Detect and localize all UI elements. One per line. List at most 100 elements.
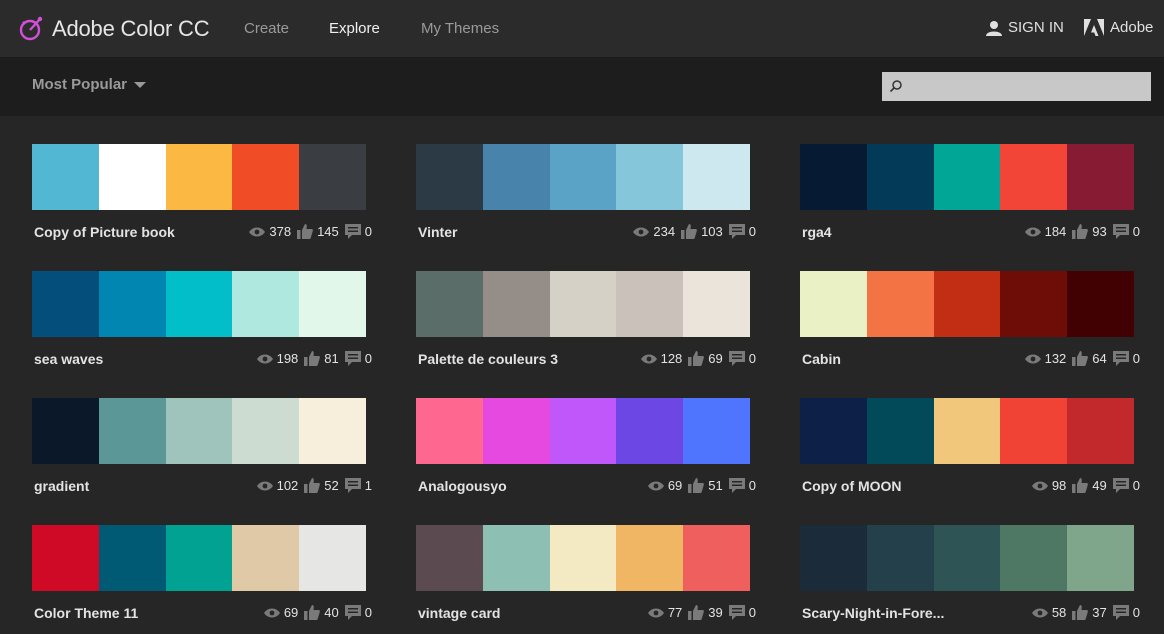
theme-name[interactable]: Scary-Night-in-Fore... bbox=[802, 605, 944, 621]
theme-palette[interactable] bbox=[800, 271, 1134, 337]
theme-palette[interactable] bbox=[416, 525, 750, 591]
nav-create[interactable]: Create bbox=[244, 20, 289, 37]
color-swatch[interactable] bbox=[1067, 144, 1134, 210]
color-swatch[interactable] bbox=[866, 271, 934, 337]
likes-stat[interactable]: 103 bbox=[681, 224, 723, 239]
color-swatch[interactable] bbox=[1067, 271, 1134, 337]
comments-stat[interactable]: 0 bbox=[344, 351, 372, 366]
color-swatch[interactable] bbox=[299, 398, 366, 464]
likes-stat[interactable]: 49 bbox=[1072, 478, 1107, 493]
comments-stat[interactable]: 0 bbox=[728, 351, 756, 366]
color-swatch[interactable] bbox=[232, 144, 300, 210]
color-swatch[interactable] bbox=[549, 525, 617, 591]
color-swatch[interactable] bbox=[933, 398, 1001, 464]
comments-stat[interactable]: 0 bbox=[1112, 605, 1140, 620]
color-swatch[interactable] bbox=[482, 144, 550, 210]
likes-stat[interactable]: 81 bbox=[304, 351, 339, 366]
color-swatch[interactable] bbox=[32, 144, 99, 210]
theme-palette[interactable] bbox=[800, 398, 1134, 464]
color-swatch[interactable] bbox=[416, 525, 483, 591]
color-swatch[interactable] bbox=[933, 525, 1001, 591]
theme-card[interactable]: vintage card 77 39 0 bbox=[416, 525, 756, 634]
color-swatch[interactable] bbox=[800, 144, 867, 210]
theme-name[interactable]: Color Theme 11 bbox=[34, 605, 138, 621]
color-swatch[interactable] bbox=[32, 398, 99, 464]
color-swatch[interactable] bbox=[1067, 525, 1134, 591]
color-swatch[interactable] bbox=[232, 398, 300, 464]
color-swatch[interactable] bbox=[800, 525, 867, 591]
color-swatch[interactable] bbox=[165, 271, 233, 337]
theme-palette[interactable] bbox=[32, 271, 366, 337]
color-swatch[interactable] bbox=[1067, 398, 1134, 464]
nav-my-themes[interactable]: My Themes bbox=[421, 20, 499, 37]
theme-card[interactable]: Copy of Picture book 378 145 0 bbox=[32, 144, 372, 254]
color-swatch[interactable] bbox=[933, 144, 1001, 210]
color-swatch[interactable] bbox=[165, 398, 233, 464]
theme-card[interactable]: Color Theme 11 69 40 0 bbox=[32, 525, 372, 634]
color-swatch[interactable] bbox=[98, 271, 166, 337]
likes-stat[interactable]: 37 bbox=[1072, 605, 1107, 620]
app-logo[interactable]: Adobe Color CC bbox=[18, 14, 210, 44]
likes-stat[interactable]: 52 bbox=[304, 478, 339, 493]
theme-card[interactable]: Cabin 132 64 0 bbox=[800, 271, 1140, 381]
color-swatch[interactable] bbox=[482, 271, 550, 337]
likes-stat[interactable]: 64 bbox=[1072, 351, 1107, 366]
color-swatch[interactable] bbox=[866, 525, 934, 591]
theme-palette[interactable] bbox=[416, 271, 750, 337]
theme-name[interactable]: Copy of Picture book bbox=[34, 224, 175, 240]
comments-stat[interactable]: 0 bbox=[1112, 351, 1140, 366]
theme-name[interactable]: Vinter bbox=[418, 224, 457, 240]
color-swatch[interactable] bbox=[683, 144, 750, 210]
likes-stat[interactable]: 69 bbox=[688, 351, 723, 366]
color-swatch[interactable] bbox=[482, 398, 550, 464]
likes-stat[interactable]: 51 bbox=[688, 478, 723, 493]
theme-card[interactable]: Analogousyo 69 51 0 bbox=[416, 398, 756, 508]
theme-palette[interactable] bbox=[800, 525, 1134, 591]
comments-stat[interactable]: 0 bbox=[1112, 224, 1140, 239]
theme-name[interactable]: Analogousyo bbox=[418, 478, 507, 494]
comments-stat[interactable]: 0 bbox=[728, 605, 756, 620]
color-swatch[interactable] bbox=[98, 525, 166, 591]
color-swatch[interactable] bbox=[549, 144, 617, 210]
theme-palette[interactable] bbox=[416, 144, 750, 210]
color-swatch[interactable] bbox=[683, 398, 750, 464]
color-swatch[interactable] bbox=[482, 525, 550, 591]
theme-name[interactable]: sea waves bbox=[34, 351, 103, 367]
color-swatch[interactable] bbox=[32, 271, 99, 337]
theme-card[interactable]: sea waves 198 81 0 bbox=[32, 271, 372, 381]
theme-palette[interactable] bbox=[800, 144, 1134, 210]
nav-explore[interactable]: Explore bbox=[329, 20, 380, 37]
likes-stat[interactable]: 93 bbox=[1072, 224, 1107, 239]
color-swatch[interactable] bbox=[800, 271, 867, 337]
comments-stat[interactable]: 0 bbox=[1112, 478, 1140, 493]
color-swatch[interactable] bbox=[616, 398, 684, 464]
theme-palette[interactable] bbox=[32, 144, 366, 210]
sort-dropdown[interactable]: Most Popular bbox=[32, 76, 147, 93]
color-swatch[interactable] bbox=[416, 398, 483, 464]
color-swatch[interactable] bbox=[800, 398, 867, 464]
color-swatch[interactable] bbox=[416, 144, 483, 210]
theme-card[interactable]: Copy of MOON 98 49 0 bbox=[800, 398, 1140, 508]
theme-name[interactable]: vintage card bbox=[418, 605, 500, 621]
color-swatch[interactable] bbox=[683, 525, 750, 591]
color-swatch[interactable] bbox=[232, 525, 300, 591]
theme-palette[interactable] bbox=[32, 398, 366, 464]
theme-name[interactable]: Palette de couleurs 3 bbox=[418, 351, 558, 367]
comments-stat[interactable]: 0 bbox=[728, 478, 756, 493]
color-swatch[interactable] bbox=[98, 398, 166, 464]
color-swatch[interactable] bbox=[616, 525, 684, 591]
color-swatch[interactable] bbox=[165, 144, 233, 210]
color-swatch[interactable] bbox=[866, 398, 934, 464]
search-input[interactable] bbox=[882, 72, 1151, 101]
color-swatch[interactable] bbox=[98, 144, 166, 210]
color-swatch[interactable] bbox=[616, 144, 684, 210]
color-swatch[interactable] bbox=[1000, 271, 1068, 337]
theme-card[interactable]: Scary-Night-in-Fore... 58 37 0 bbox=[800, 525, 1140, 634]
color-swatch[interactable] bbox=[232, 271, 300, 337]
color-swatch[interactable] bbox=[1000, 398, 1068, 464]
theme-name[interactable]: Copy of MOON bbox=[802, 478, 902, 494]
color-swatch[interactable] bbox=[549, 271, 617, 337]
color-swatch[interactable] bbox=[1000, 144, 1068, 210]
theme-name[interactable]: rga4 bbox=[802, 224, 832, 240]
color-swatch[interactable] bbox=[299, 144, 366, 210]
